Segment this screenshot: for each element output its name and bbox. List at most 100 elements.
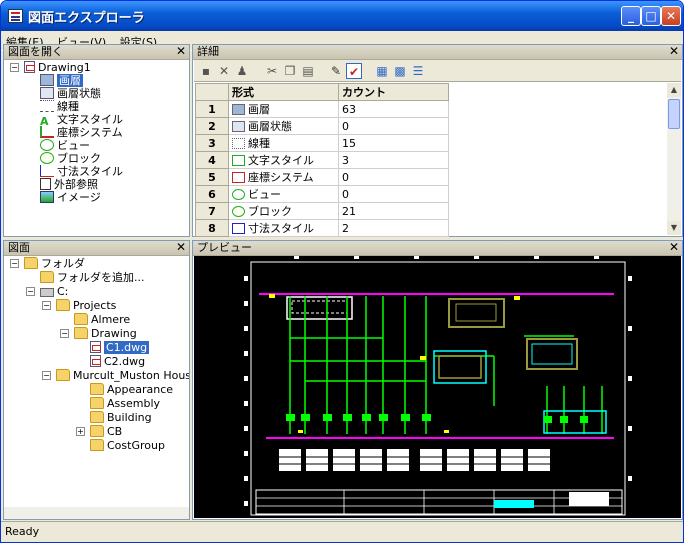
preview-close-icon[interactable]: ✕ xyxy=(669,240,679,254)
tree-node-c1-dwg[interactable]: C1.dwg xyxy=(90,341,150,355)
list-view-icon[interactable]: ▦ xyxy=(374,63,390,79)
open-drawings-header: 図面を開く ✕ xyxy=(4,44,189,60)
collapse-folders-icon[interactable]: − xyxy=(10,259,19,268)
icon-view-icon[interactable]: ▩ xyxy=(392,63,408,79)
close-button[interactable]: ✕ xyxy=(661,6,681,26)
scroll-thumb[interactable] xyxy=(668,99,680,129)
details-title: 詳細 xyxy=(197,45,219,58)
expand-cb-icon[interactable]: + xyxy=(76,427,85,436)
tree-node-layer-state[interactable]: 画層状態 xyxy=(40,87,101,101)
edit-icon[interactable]: ✎ xyxy=(328,63,344,79)
drive-icon xyxy=(40,288,54,297)
status-text: Ready xyxy=(5,525,40,538)
details-vertical-scrollbar[interactable]: ▲ ▼ xyxy=(667,83,681,235)
tree-node-linetype[interactable]: 線種 xyxy=(40,100,79,114)
delete-icon[interactable]: ✕ xyxy=(216,63,232,79)
collapse-drawing-folder-icon[interactable]: − xyxy=(60,329,69,338)
details-close-icon[interactable]: ✕ xyxy=(669,44,679,58)
collapse-murcult-icon[interactable]: − xyxy=(42,371,51,380)
table-row[interactable]: 4 文字スタイル 3 xyxy=(195,151,449,169)
tree-node-drawing1[interactable]: Drawing1 xyxy=(24,61,91,75)
tree-node-add-folder[interactable]: フォルダを追加... xyxy=(40,271,145,285)
column-header-type[interactable]: 形式 xyxy=(228,83,339,101)
layer-state-icon xyxy=(232,121,245,132)
tree-node-dim-style[interactable]: 寸法スタイル xyxy=(40,165,123,179)
layer-icon xyxy=(40,74,54,86)
block-icon xyxy=(40,152,54,164)
tree-node-folders[interactable]: フォルダ xyxy=(24,257,85,271)
window-title: 図面エクスプローラ xyxy=(28,11,145,26)
tree-node-view[interactable]: ビュー xyxy=(40,139,90,153)
layer-state-icon xyxy=(40,87,54,99)
table-row[interactable]: 5 座標システム 0 xyxy=(195,168,449,186)
tree-node-cb[interactable]: CB xyxy=(90,425,122,439)
ucs-icon xyxy=(232,172,245,183)
block-icon xyxy=(232,206,245,217)
maximize-button[interactable]: □ xyxy=(641,6,661,26)
drawing-file-icon xyxy=(90,355,101,367)
minimize-button[interactable]: _ xyxy=(621,6,641,26)
drawings-pane: 図面 ✕ − フォルダ フォルダを追加... − C: − Projects A… xyxy=(3,240,190,520)
folder-icon xyxy=(56,299,70,311)
tree-node-projects[interactable]: Projects xyxy=(56,299,116,313)
column-header-count[interactable]: カウント xyxy=(338,83,449,101)
paste-icon[interactable]: ▤ xyxy=(300,63,316,79)
purge-icon[interactable]: ♟ xyxy=(234,63,250,79)
copy-icon[interactable]: ❐ xyxy=(282,63,298,79)
tree-node-assembly[interactable]: Assembly xyxy=(90,397,160,411)
tree-node-block[interactable]: ブロック xyxy=(40,152,101,166)
collapse-c-drive-icon[interactable]: − xyxy=(26,287,35,296)
open-drawings-title: 図面を開く xyxy=(8,45,63,58)
tree-node-layer[interactable]: 画層 xyxy=(40,74,83,88)
status-bar: Ready xyxy=(1,521,683,542)
eye-icon xyxy=(40,139,54,151)
linetype-icon xyxy=(232,138,245,149)
folder-icon xyxy=(90,425,104,437)
scroll-up-icon[interactable]: ▲ xyxy=(667,83,681,97)
open-drawings-close-icon[interactable]: ✕ xyxy=(176,44,186,58)
drawings-close-icon[interactable]: ✕ xyxy=(176,240,186,254)
table-row[interactable]: 7 ブロック 21 xyxy=(195,202,449,220)
table-row[interactable]: 8 寸法スタイル 2 xyxy=(195,219,449,237)
drawing-file-icon xyxy=(24,61,35,73)
drawing-preview xyxy=(194,256,681,518)
table-row[interactable]: 6 ビュー 0 xyxy=(195,185,449,203)
dimension-style-icon xyxy=(232,223,245,234)
open-drawings-pane: 図面を開く ✕ − Drawing1 画層 画層状態 線種 A 文字スタイル 座標… xyxy=(3,44,190,237)
eye-icon xyxy=(232,189,245,200)
scroll-down-icon[interactable]: ▼ xyxy=(667,221,681,235)
collapse-projects-icon[interactable]: − xyxy=(42,301,51,310)
drawings-horizontal-scrollbar[interactable] xyxy=(4,507,189,519)
drawing-file-icon xyxy=(90,341,101,353)
folder-icon xyxy=(40,271,54,283)
cut-icon[interactable]: ✂ xyxy=(264,63,280,79)
title-bar[interactable]: 図面エクスプローラ _ □ ✕ xyxy=(1,1,683,31)
details-header: 詳細 ✕ xyxy=(193,44,682,60)
table-row[interactable]: 3 線種 15 xyxy=(195,134,449,152)
tree-node-text-style[interactable]: A 文字スタイル xyxy=(40,113,123,127)
image-icon xyxy=(40,191,54,203)
tree-node-almere[interactable]: Almere xyxy=(74,313,130,327)
folder-icon xyxy=(56,369,70,381)
tree-node-ucs[interactable]: 座標システム xyxy=(40,126,123,140)
tree-node-appearance[interactable]: Appearance xyxy=(90,383,173,397)
preview-title: プレビュー xyxy=(197,241,252,254)
tree-node-costgroup[interactable]: CostGroup xyxy=(90,439,165,453)
tree-node-murcult[interactable]: Murcult_Muston House xyxy=(56,369,189,383)
tree-view-icon[interactable]: ☰ xyxy=(410,63,426,79)
tree-node-c2-dwg[interactable]: C2.dwg xyxy=(90,355,145,369)
drawings-header: 図面 ✕ xyxy=(4,240,189,256)
tree-node-drawing-folder[interactable]: Drawing xyxy=(74,327,137,341)
tree-node-building[interactable]: Building xyxy=(90,411,152,425)
tree-node-image[interactable]: イメージ xyxy=(40,191,101,205)
tree-node-xref[interactable]: 外部参照 xyxy=(40,178,98,192)
table-row[interactable]: 1 画層 63 xyxy=(195,100,449,118)
collapse-drawing1-icon[interactable]: − xyxy=(10,63,19,72)
layer-icon xyxy=(232,104,245,115)
new-icon[interactable]: ▪ xyxy=(198,63,214,79)
open-drawings-tree: − Drawing1 画層 画層状態 線種 A 文字スタイル 座標システム ビュー… xyxy=(4,60,189,236)
table-header-row: 形式 カウント xyxy=(195,83,449,101)
tree-node-c-drive[interactable]: C: xyxy=(40,285,68,299)
set-current-icon[interactable]: ✔ xyxy=(346,63,362,79)
table-row[interactable]: 2 画層状態 0 xyxy=(195,117,449,135)
